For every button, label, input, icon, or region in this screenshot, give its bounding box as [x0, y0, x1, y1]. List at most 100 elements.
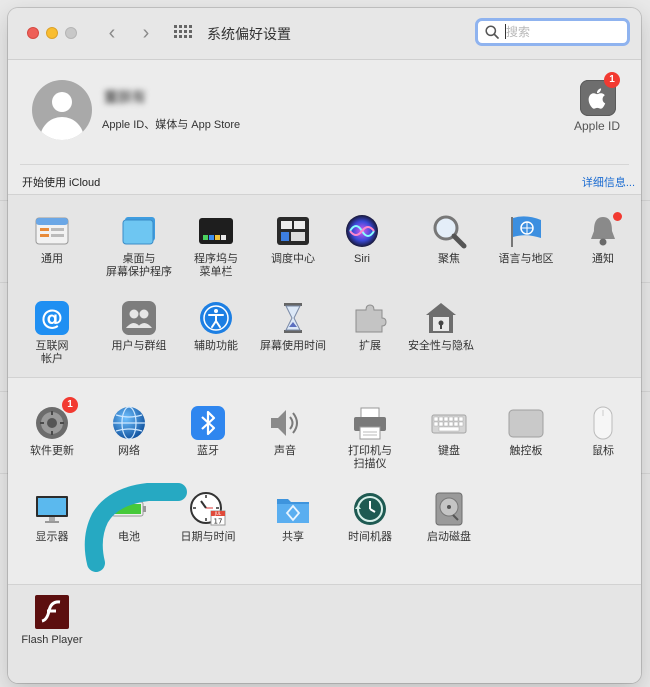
prefs-section-other: [8, 584, 641, 683]
pref-label: 语言与地区: [498, 253, 554, 265]
pref-label: 显示器: [35, 531, 69, 543]
pref-startup-disk[interactable]: 启动磁盘: [407, 491, 491, 544]
accessibility-icon: [198, 300, 234, 336]
icloud-prompt: 开始使用 iCloud: [22, 177, 101, 189]
pref-mouse[interactable]: 鼠标: [561, 405, 641, 458]
zoom-window-button[interactable]: [65, 27, 77, 39]
window-title: 系统偏好设置: [207, 26, 291, 42]
notifications-icon: [585, 212, 622, 249]
pref-label: 共享: [282, 531, 304, 543]
pref-label: 蓝牙: [197, 445, 219, 457]
apple-id-badge: 1: [604, 72, 620, 88]
pref-label: 软件更新: [30, 445, 74, 457]
search-input[interactable]: [506, 23, 622, 41]
search-field[interactable]: [475, 18, 630, 46]
pref-sound[interactable]: 声音: [243, 405, 327, 458]
pref-siri[interactable]: Siri: [320, 213, 404, 266]
trackpad-icon: [508, 405, 544, 441]
pref-label: 安全性与隐私: [408, 340, 474, 352]
security-privacy-icon: [423, 300, 459, 336]
pref-network[interactable]: 网络: [87, 405, 171, 458]
mouse-icon: [585, 405, 621, 441]
user-name: 董朕有: [104, 89, 146, 105]
pref-software-update[interactable]: 1 软件更新: [10, 397, 94, 458]
pref-general[interactable]: 通用: [10, 213, 94, 266]
siri-icon: [344, 213, 380, 249]
pref-label: 用户与群组: [111, 340, 167, 352]
pref-battery[interactable]: 电池: [87, 491, 171, 544]
back-button[interactable]: ‹: [100, 22, 124, 44]
pref-label: 通知: [592, 253, 614, 265]
pref-internet-accounts[interactable]: @ 互联网 帐户: [10, 300, 94, 366]
update-count-badge: 1: [62, 397, 78, 413]
desktop-screensaver-icon: [121, 213, 157, 249]
pref-screen-time[interactable]: 屏幕使用时间: [251, 300, 335, 353]
system-preferences-window: ‹ › 系统偏好设置 董朕有 Apple ID、媒体与 App Store: [8, 8, 641, 683]
internet-accounts-icon: @: [34, 300, 70, 336]
pref-displays[interactable]: 显示器: [10, 491, 94, 544]
pref-users-groups[interactable]: 用户与群组: [97, 300, 181, 353]
minimize-window-button[interactable]: [46, 27, 58, 39]
pref-label: Flash Player: [21, 634, 83, 646]
pref-keyboard[interactable]: 键盘: [407, 405, 491, 458]
pref-label: 互联网 帐户: [35, 340, 69, 365]
pref-notifications[interactable]: 通知: [561, 212, 641, 266]
pref-label: 触控板: [509, 445, 543, 457]
pref-language-region[interactable]: 语言与地区: [484, 213, 568, 266]
forward-button[interactable]: ›: [134, 22, 158, 44]
pref-label: 时间机器: [348, 531, 392, 543]
language-region-icon: [508, 213, 544, 249]
pref-dock-menubar[interactable]: 程序坞与 菜单栏: [174, 213, 258, 279]
pref-label: 桌面与 屏幕保护程序: [106, 253, 172, 278]
pref-bluetooth[interactable]: 蓝牙: [166, 405, 250, 458]
pref-date-time[interactable]: JUL 17 日期与时间: [166, 491, 250, 544]
keyboard-icon: [431, 405, 467, 441]
pref-label: 网络: [118, 445, 140, 457]
users-groups-icon: [121, 300, 157, 336]
flash-player-icon: [34, 594, 70, 630]
pref-accessibility[interactable]: 辅助功能: [174, 300, 258, 353]
show-all-grid-icon[interactable]: [174, 25, 192, 41]
pref-desktop-screensaver[interactable]: 桌面与 屏幕保护程序: [97, 213, 181, 279]
software-update-icon: 1: [34, 397, 78, 441]
pref-flash-player[interactable]: Flash Player: [10, 594, 94, 647]
sharing-icon: [275, 491, 311, 527]
pref-label: 程序坞与 菜单栏: [194, 253, 238, 278]
general-icon: [34, 213, 70, 249]
pref-label: 日期与时间: [180, 531, 236, 543]
pref-trackpad[interactable]: 触控板: [484, 405, 568, 458]
battery-icon: [111, 491, 147, 527]
pref-label: 键盘: [438, 445, 460, 457]
pref-printers-scanners[interactable]: 打印机与 扫描仪: [328, 405, 412, 471]
network-icon: [111, 405, 147, 441]
spotlight-icon: [431, 213, 467, 249]
pref-label: 启动磁盘: [427, 531, 471, 543]
pref-label: 电池: [118, 531, 140, 543]
pref-label: 鼠标: [592, 445, 614, 457]
extensions-icon: [352, 300, 388, 336]
icloud-details-link[interactable]: 详细信息...: [582, 174, 635, 190]
user-avatar[interactable]: [32, 80, 92, 140]
user-subtitle: Apple ID、媒体与 App Store: [102, 119, 241, 131]
calendar-month: JUL: [214, 511, 222, 516]
pref-time-machine[interactable]: 时间机器: [328, 491, 412, 544]
calendar-day: 17: [214, 518, 223, 526]
icloud-bar: 开始使用 iCloud 详细信息...: [20, 164, 635, 195]
close-window-button[interactable]: [27, 27, 39, 39]
title-bar: ‹ › 系统偏好设置: [8, 8, 641, 60]
printer-scanner-icon: [352, 405, 388, 441]
pref-security-privacy[interactable]: 安全性与隐私: [399, 300, 483, 353]
mission-control-icon: [275, 213, 311, 249]
date-time-icon: JUL 17: [190, 491, 226, 527]
pref-label: 打印机与 扫描仪: [348, 445, 392, 470]
apple-id-header[interactable]: 董朕有 Apple ID、媒体与 App Store 1: [8, 60, 641, 164]
pref-label: 声音: [274, 445, 296, 457]
search-icon: [485, 25, 499, 39]
pref-spotlight[interactable]: 聚焦: [407, 213, 491, 266]
pref-sharing[interactable]: 共享: [251, 491, 335, 544]
dock-menubar-icon: [198, 213, 234, 249]
sound-icon: [267, 405, 303, 441]
time-machine-icon: [352, 491, 388, 527]
apple-id-label[interactable]: Apple ID: [574, 119, 620, 133]
bluetooth-icon: [190, 405, 226, 441]
